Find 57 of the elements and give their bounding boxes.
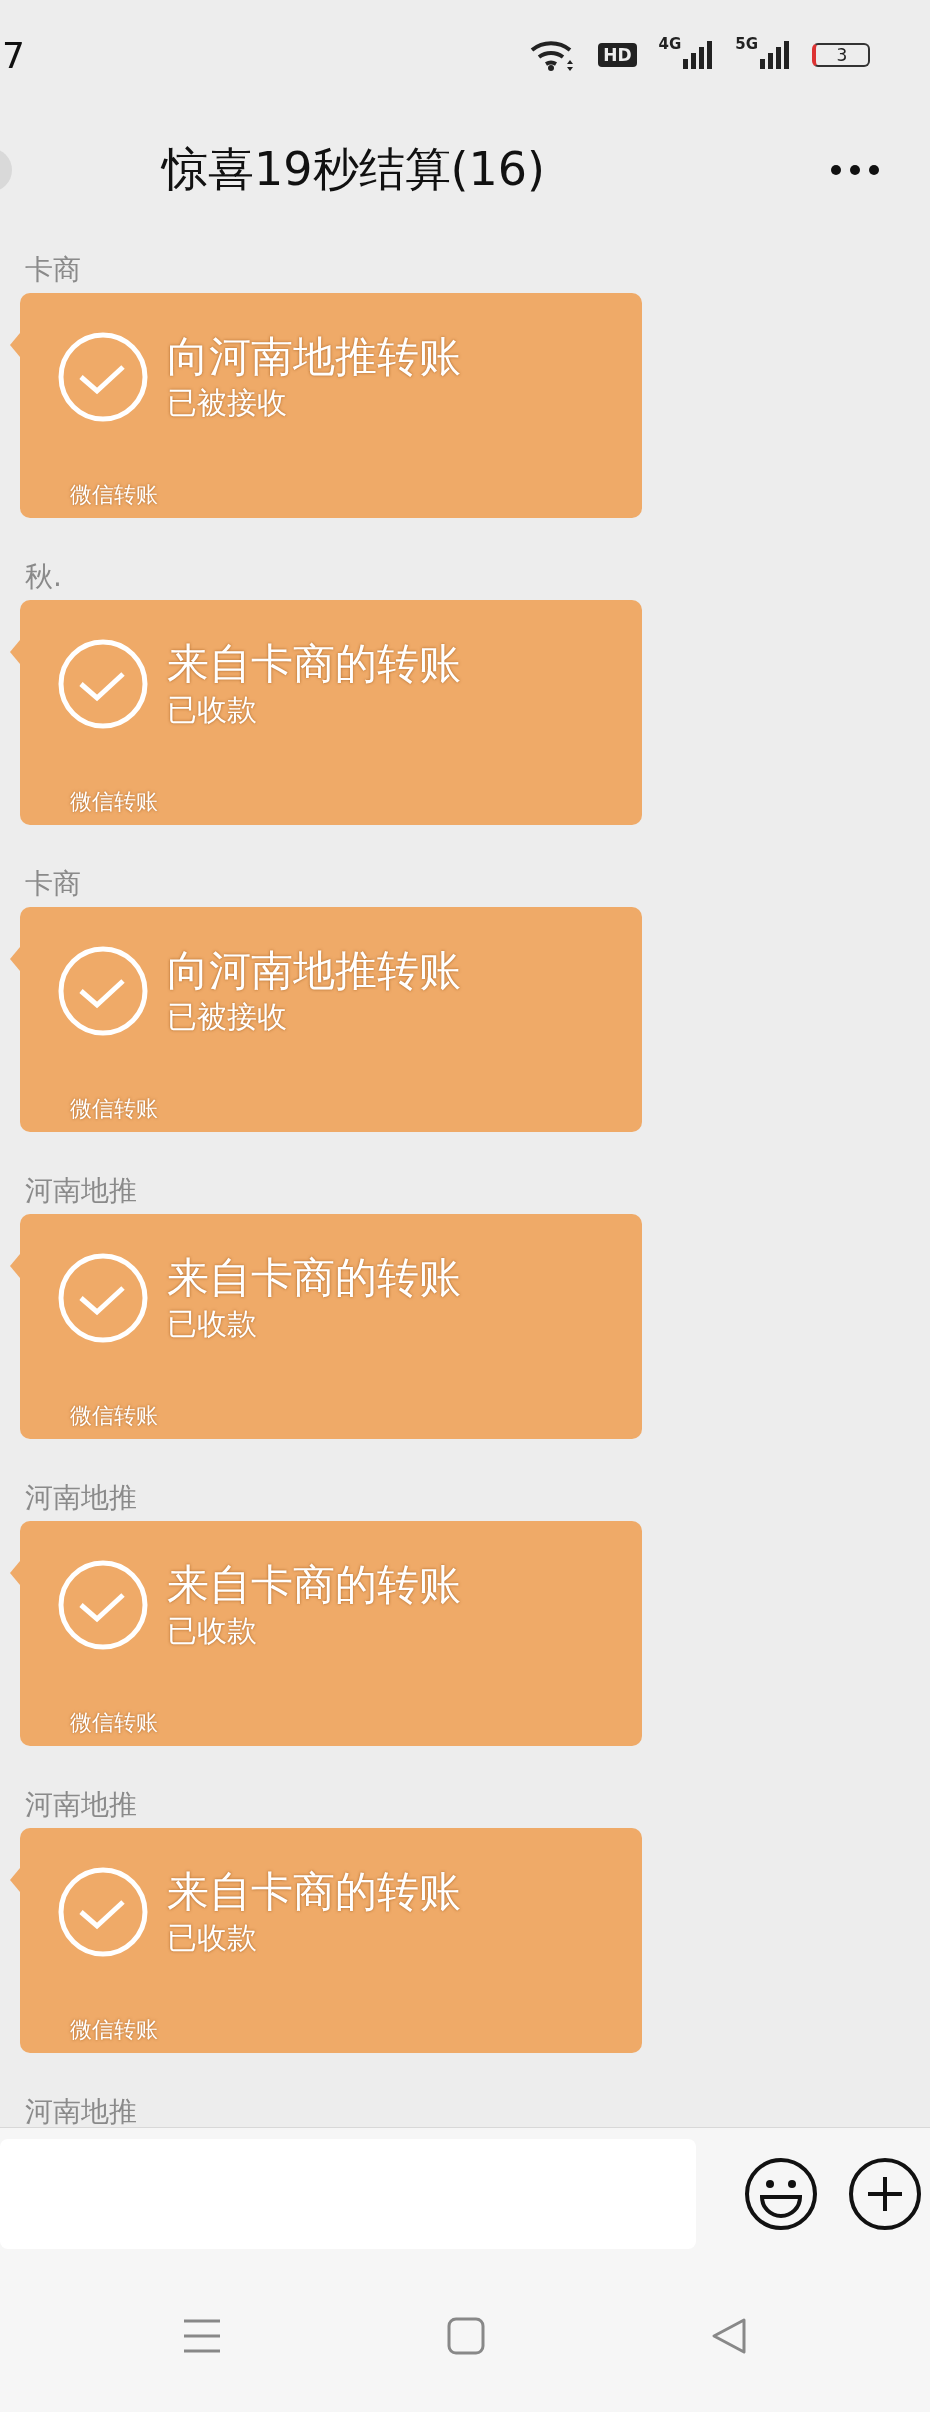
transfer-title: 来自卡商的转账 — [167, 1559, 461, 1611]
transfer-label: 微信转账 — [70, 1709, 159, 1737]
transfer-status: 已收款 — [167, 1612, 258, 1650]
transfer-label: 微信转账 — [70, 1402, 159, 1430]
network-label: 5G — [735, 37, 758, 52]
transfer-card[interactable]: 来自卡商的转账 已收款 微信转账 — [20, 600, 642, 825]
transfer-card[interactable]: 向河南地推转账 已被接收 微信转账 — [20, 907, 642, 1132]
sender-name: 河南地推 — [24, 1480, 138, 1516]
check-circle-icon — [57, 331, 149, 423]
sender-name: 卡商 — [24, 866, 82, 902]
transfer-title: 向河南地推转账 — [167, 945, 461, 997]
check-circle-icon — [57, 1252, 149, 1344]
transfer-card[interactable]: 向河南地推转账 已被接收 微信转账 — [20, 293, 642, 518]
transfer-status: 已收款 — [167, 1305, 258, 1343]
check-circle-icon — [57, 1559, 149, 1651]
transfer-card[interactable]: 来自卡商的转账 已收款 微信转账 — [20, 1521, 642, 1746]
transfer-status: 已收款 — [167, 1919, 258, 1957]
transfer-title: 来自卡商的转账 — [167, 1252, 461, 1304]
bubble-tail — [10, 947, 20, 971]
hd-badge: HD — [598, 43, 637, 67]
transfer-title: 来自卡商的转账 — [167, 638, 461, 690]
transfer-label: 微信转账 — [70, 481, 159, 509]
transfer-status: 已收款 — [167, 691, 258, 729]
back-triangle-icon[interactable] — [709, 2317, 748, 2355]
transfer-label: 微信转账 — [70, 2016, 159, 2044]
transfer-status: 已被接收 — [167, 998, 288, 1036]
transfer-label: 微信转账 — [70, 1095, 159, 1123]
transfer-label: 微信转账 — [70, 788, 159, 816]
smiley-icon[interactable] — [744, 2157, 818, 2231]
bubble-tail — [10, 1561, 20, 1585]
bubble-tail — [10, 333, 20, 357]
check-circle-icon — [57, 638, 149, 730]
sender-name: 河南地推 — [24, 1173, 138, 1209]
sender-name: 秋. — [24, 559, 63, 595]
transfer-title: 向河南地推转账 — [167, 331, 461, 383]
sender-name: 卡商 — [24, 252, 82, 288]
check-circle-icon — [57, 945, 149, 1037]
transfer-card[interactable]: 来自卡商的转账 已收款 微信转账 — [20, 1828, 642, 2053]
bubble-tail — [10, 1254, 20, 1278]
bubble-tail — [10, 640, 20, 664]
signal-icon — [683, 41, 714, 69]
transfer-title: 来自卡商的转账 — [167, 1866, 461, 1918]
bubble-tail — [10, 1868, 20, 1892]
battery-icon: 3 — [812, 43, 870, 67]
home-square-icon[interactable] — [447, 2317, 485, 2355]
signal-icon — [760, 41, 790, 69]
plus-icon[interactable] — [848, 2157, 922, 2231]
transfer-status: 已被接收 — [167, 384, 288, 422]
check-circle-icon — [57, 1866, 149, 1958]
network-label: 4G — [658, 37, 682, 52]
more-icon[interactable] — [830, 164, 880, 176]
status-time: 7 — [2, 34, 25, 76]
sender-name: 河南地推 — [24, 2094, 138, 2127]
sender-name: 河南地推 — [24, 1787, 138, 1823]
menu-icon[interactable] — [182, 2318, 223, 2354]
transfer-card[interactable]: 来自卡商的转账 已收款 微信转账 — [20, 1214, 642, 1439]
chat-title: 惊喜19秒结算(16) — [162, 141, 546, 198]
